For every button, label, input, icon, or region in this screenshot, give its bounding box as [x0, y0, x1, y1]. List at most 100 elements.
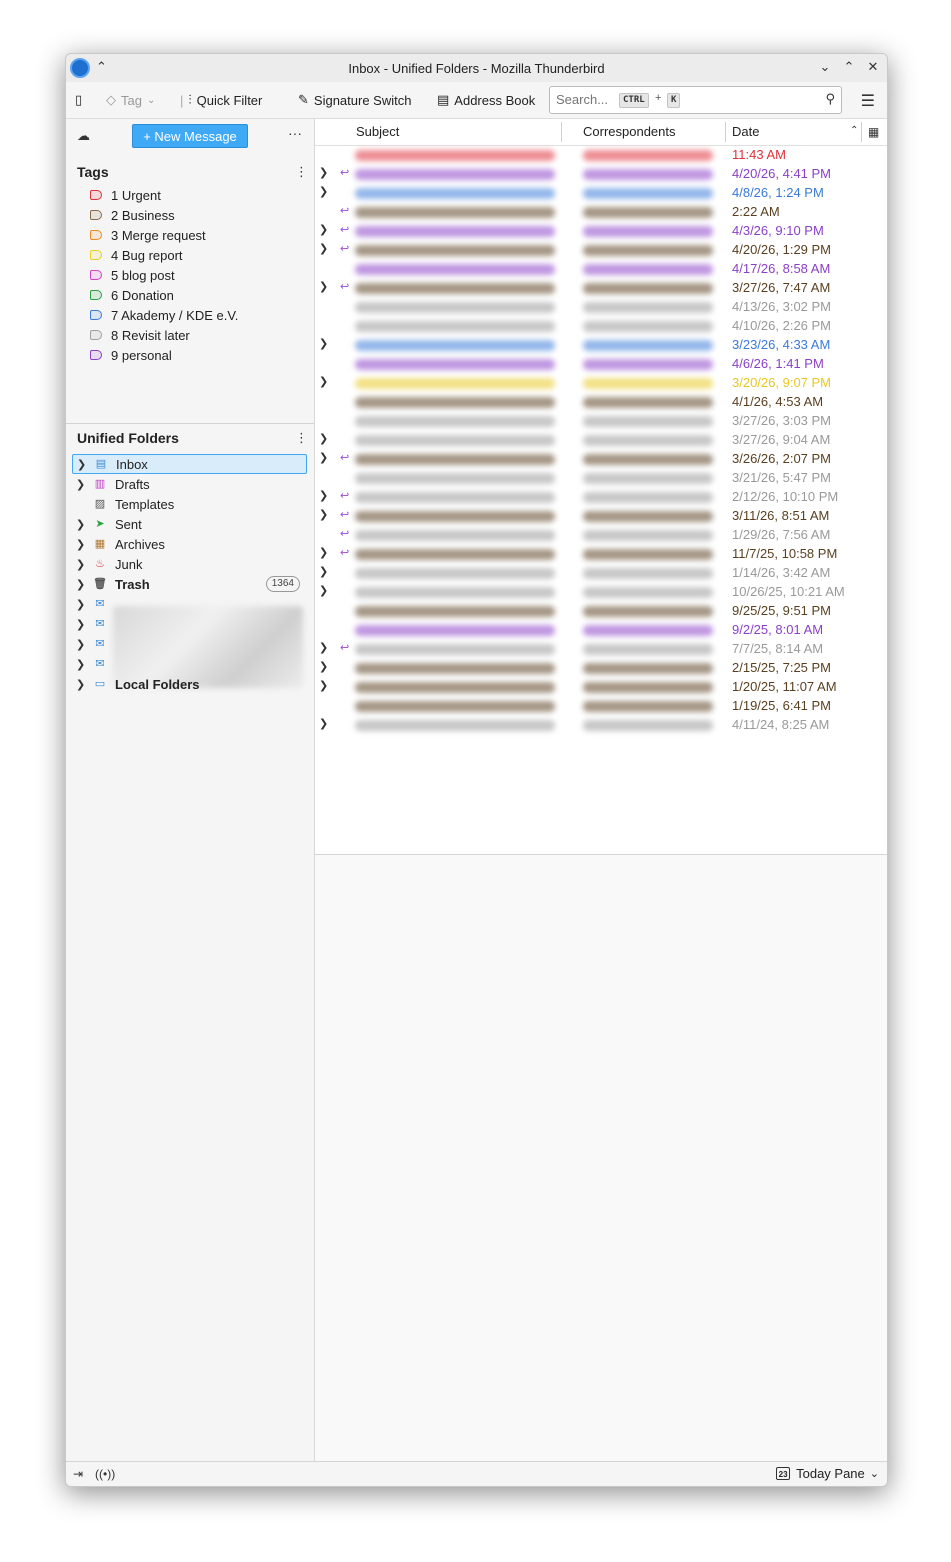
tags-more-icon[interactable]: ⋮ [295, 164, 308, 180]
column-divider[interactable] [861, 122, 862, 142]
hamburger-menu-icon[interactable]: ☰ [861, 91, 875, 111]
more-options-icon[interactable]: ··· [288, 125, 302, 141]
folder-archives[interactable]: ❯ ▦ Archives [72, 534, 307, 554]
message-row[interactable]: ❯ 2/15/25, 7:25 PM [315, 659, 887, 678]
chevron-right-icon[interactable]: ❯ [319, 375, 328, 388]
chevron-right-icon[interactable]: ❯ [76, 558, 88, 571]
message-row[interactable]: 3/27/26, 3:03 PM [315, 412, 887, 431]
address-book-button[interactable]: ▤ Address Book [437, 90, 535, 110]
work-offline-icon[interactable]: ⇥ [73, 1467, 83, 1481]
message-row[interactable]: ❯ ↩ 4/20/26, 4:41 PM [315, 165, 887, 184]
folder-sent[interactable]: ❯ ➤ Sent [72, 514, 307, 534]
message-row[interactable]: 3/21/26, 5:47 PM [315, 469, 887, 488]
column-divider[interactable] [725, 122, 726, 142]
column-picker-icon[interactable]: ▦ [868, 125, 879, 139]
chevron-right-icon[interactable]: ❯ [76, 618, 88, 631]
chevron-right-icon[interactable]: ❯ [319, 451, 328, 464]
chevron-right-icon[interactable]: ❯ [319, 546, 328, 559]
search-input[interactable] [556, 90, 611, 108]
folder-inbox[interactable]: ❯ ▤ Inbox [72, 454, 307, 474]
chevron-right-icon[interactable]: ❯ [76, 518, 88, 531]
chevron-right-icon[interactable]: ❯ [76, 638, 88, 651]
chevron-right-icon[interactable]: ❯ [76, 538, 88, 551]
tag-item[interactable]: 1 Urgent [90, 185, 161, 205]
chevron-right-icon[interactable]: ❯ [319, 432, 328, 445]
chevron-right-icon[interactable]: ❯ [319, 660, 328, 673]
message-row[interactable]: 4/1/26, 4:53 AM [315, 393, 887, 412]
message-row[interactable]: 4/13/26, 3:02 PM [315, 298, 887, 317]
close-icon[interactable]: ✕ [864, 58, 882, 76]
chevron-right-icon[interactable]: ❯ [76, 578, 88, 591]
local-folders-row[interactable]: ❯ ▭ Local Folders [72, 674, 307, 694]
chevron-right-icon[interactable]: ❯ [319, 223, 328, 236]
tag-item[interactable]: 7 Akademy / KDE e.V. [90, 305, 238, 325]
chevron-right-icon[interactable]: ❯ [76, 598, 88, 611]
chevron-right-icon[interactable]: ❯ [319, 337, 328, 350]
get-messages-icon[interactable]: ☁ [77, 128, 90, 144]
chevron-right-icon[interactable]: ❯ [76, 478, 88, 491]
search-icon[interactable]: ⚲ [825, 91, 835, 107]
message-row[interactable]: ❯ ↩ 11/7/25, 10:58 PM [315, 545, 887, 564]
chevron-right-icon[interactable]: ❯ [319, 185, 328, 198]
message-row[interactable]: ❯ 4/11/24, 8:25 AM [315, 716, 887, 735]
chevron-right-icon[interactable]: ❯ [319, 242, 328, 255]
folder-templates[interactable]: ▨ Templates [72, 494, 307, 514]
chevron-right-icon[interactable]: ❯ [319, 280, 328, 293]
message-row[interactable]: ❯ ↩ 3/11/26, 8:51 AM [315, 507, 887, 526]
folder-pane-toggle-icon[interactable]: ▯ [75, 90, 82, 110]
chevron-right-icon[interactable]: ❯ [319, 508, 328, 521]
online-status-icon[interactable]: ((•)) [95, 1467, 115, 1481]
message-row[interactable]: ❯ ↩ 4/20/26, 1:29 PM [315, 241, 887, 260]
chevron-right-icon[interactable]: ❯ [319, 166, 328, 179]
message-row[interactable]: ❯ ↩ 4/3/26, 9:10 PM [315, 222, 887, 241]
subject-column-header[interactable]: Subject [356, 124, 399, 139]
tag-item[interactable]: 2 Business [90, 205, 175, 225]
message-row[interactable]: ❯ 1/20/25, 11:07 AM [315, 678, 887, 697]
tag-item[interactable]: 9 personal [90, 345, 172, 365]
message-row[interactable]: 9/25/25, 9:51 PM [315, 602, 887, 621]
message-row[interactable]: 1/19/25, 6:41 PM [315, 697, 887, 716]
tag-button[interactable]: ◇ Tag ⌄ [106, 90, 155, 110]
chevron-right-icon[interactable]: ❯ [76, 658, 88, 671]
message-row[interactable]: ↩ 2:22 AM [315, 203, 887, 222]
date-column-header[interactable]: Date [732, 124, 759, 139]
message-row[interactable]: ❯ 1/14/26, 3:42 AM [315, 564, 887, 583]
message-row[interactable]: 4/6/26, 1:41 PM [315, 355, 887, 374]
message-row[interactable]: ❯ ↩ 3/27/26, 7:47 AM [315, 279, 887, 298]
message-row[interactable]: ↩ 1/29/26, 7:56 AM [315, 526, 887, 545]
message-row[interactable]: ❯ 3/23/26, 4:33 AM [315, 336, 887, 355]
message-row[interactable]: ❯ ↩ 3/26/26, 2:07 PM [315, 450, 887, 469]
message-row[interactable]: ❯ 3/20/26, 9:07 PM [315, 374, 887, 393]
unified-folders-more-icon[interactable]: ⋮ [295, 430, 308, 446]
maximize-icon[interactable]: ⌃ [840, 58, 858, 76]
chevron-right-icon[interactable]: ❯ [76, 678, 88, 691]
chevron-right-icon[interactable]: ❯ [319, 641, 328, 654]
quick-filter-button[interactable]: | ⫶ Quick Filter [180, 90, 262, 110]
column-divider[interactable] [561, 122, 562, 142]
message-row[interactable]: ❯ 10/26/25, 10:21 AM [315, 583, 887, 602]
message-row[interactable]: ❯ ↩ 2/12/26, 10:10 PM [315, 488, 887, 507]
message-row[interactable]: 11:43 AM [315, 146, 887, 165]
tag-item[interactable]: 4 Bug report [90, 245, 183, 265]
chevron-right-icon[interactable]: ❯ [319, 565, 328, 578]
minimize-icon[interactable]: ⌄ [816, 58, 834, 76]
message-row[interactable]: 4/10/26, 2:26 PM [315, 317, 887, 336]
folder-drafts[interactable]: ❯ ▥ Drafts [72, 474, 307, 494]
chevron-right-icon[interactable]: ❯ [319, 717, 328, 730]
chevron-right-icon[interactable]: ❯ [319, 489, 328, 502]
tag-item[interactable]: 6 Donation [90, 285, 174, 305]
folder-junk[interactable]: ❯ ♨ Junk [72, 554, 307, 574]
signature-switch-button[interactable]: ✎ Signature Switch [298, 90, 411, 110]
new-message-button[interactable]: + New Message [132, 124, 248, 148]
tag-item[interactable]: 8 Revisit later [90, 325, 190, 345]
message-row[interactable]: ❯ ↩ 7/7/25, 8:14 AM [315, 640, 887, 659]
message-row[interactable]: ❯ 3/27/26, 9:04 AM [315, 431, 887, 450]
message-row[interactable]: 4/17/26, 8:58 AM [315, 260, 887, 279]
search-box[interactable]: CTRL + K ⚲ [549, 86, 842, 114]
chevron-right-icon[interactable]: ❯ [77, 458, 89, 471]
chevron-right-icon[interactable]: ❯ [319, 584, 328, 597]
folder-trash[interactable]: ❯ 🗑 Trash 1364 [72, 574, 307, 594]
correspondents-column-header[interactable]: Correspondents [583, 124, 676, 139]
tag-item[interactable]: 3 Merge request [90, 225, 206, 245]
message-row[interactable]: ❯ 4/8/26, 1:24 PM [315, 184, 887, 203]
